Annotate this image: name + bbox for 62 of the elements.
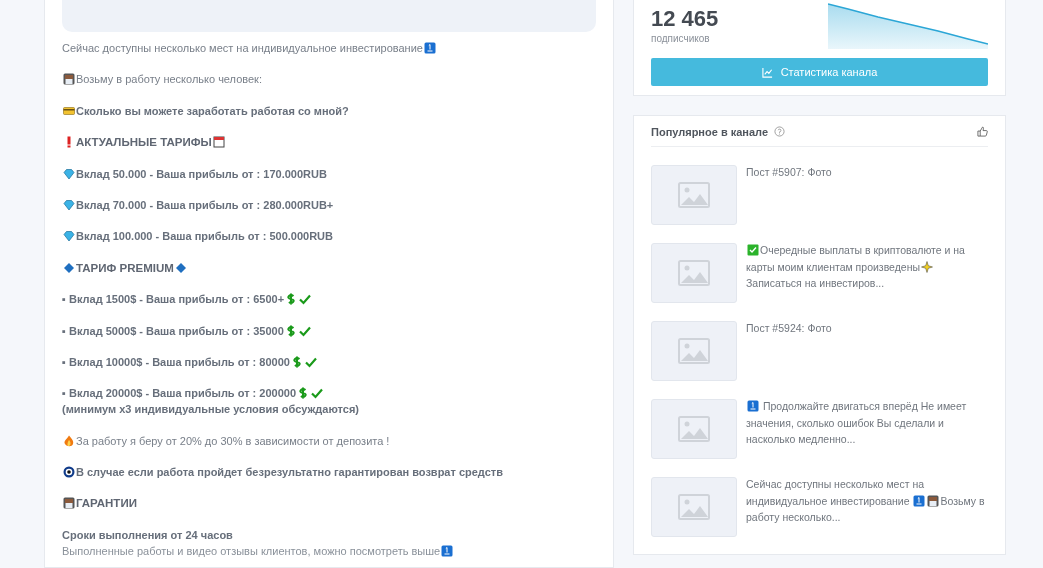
help-icon[interactable]: [774, 126, 786, 137]
image-placeholder[interactable]: [651, 165, 737, 225]
fire-icon: [63, 434, 75, 447]
gem-icon: [63, 230, 75, 243]
check-icon: [299, 293, 312, 306]
image-placeholder-icon: [678, 182, 710, 208]
diamond-icon: [174, 261, 187, 274]
post-text: За работу я беру от 20% до 30% в зависимости от депозита !: [76, 433, 390, 449]
number-badge-icon: [423, 42, 436, 54]
dollar-icon: [284, 324, 297, 337]
image-placeholder[interactable]: [651, 477, 737, 537]
check-box-icon: [747, 244, 759, 256]
post-text: ▪ Вклад 20000$ - Ваша прибыль от : 200000: [62, 386, 296, 402]
gem-icon: [63, 167, 75, 180]
post-text: Вклад 70.000 - Ваша прибыль от : 280.000RUB+: [76, 197, 334, 213]
line-chart-icon: [761, 66, 773, 78]
diamond-icon: [63, 261, 75, 274]
check-icon: [311, 387, 323, 400]
post-text: ▪ Вклад 5000$ - Ваша прибыль от : 35000: [62, 323, 284, 339]
image-placeholder-icon: [678, 494, 710, 520]
eye-bead-icon: [63, 466, 75, 479]
post-text: Возьму в работу несколько человек:: [76, 72, 262, 88]
post-text: АКТУАЛЬНЫЕ ТАРИФЫ: [76, 135, 212, 151]
popular-post-link[interactable]: Пост #5907: Фото: [746, 164, 988, 225]
image-placeholder[interactable]: [651, 321, 737, 381]
post-text: ГАРАНТИИ: [76, 496, 137, 512]
popular-title: Популярное в канале: [651, 125, 769, 138]
check-icon: [304, 355, 317, 368]
dollar-icon: [290, 355, 303, 368]
post-text: ТАРИФ PREMIUM: [76, 260, 174, 276]
post-text: Вклад 100.000 - Ваша прибыль от : 500.000RUB: [76, 229, 333, 245]
popular-post-link[interactable]: Сейчас доступны несколько мест на индивидуальное инвестирование Возьму в работу несколько...: [746, 476, 988, 537]
image-placeholder-icon: [678, 338, 710, 364]
post-text: Сколько вы можете заработать работая со мной?: [76, 103, 349, 119]
number-badge-icon: [441, 544, 454, 557]
gem-icon: [63, 198, 75, 211]
popular-post-link[interactable]: Продолжайте двигаться вперёд Не имеет значения, сколько ошибок Вы сделали и насколько медленно...: [746, 398, 988, 459]
post-text: Сейчас доступны несколько мест на индивидуальное инвестирование: [62, 41, 423, 56]
number-badge-icon: [913, 494, 926, 507]
dollar-icon: [297, 387, 309, 400]
popular-post-link[interactable]: Очередные выплаты в криптовалюте и на карты моим клиентам произведены Записаться на инвестиров...: [746, 242, 988, 303]
subscriber-label: подписчиков: [651, 33, 711, 44]
thumbs-up-icon[interactable]: [977, 126, 988, 137]
check-icon: [298, 324, 311, 337]
post-text: Сроки выполнения от 24 часов: [62, 527, 233, 543]
image-placeholder[interactable]: [651, 399, 737, 459]
post-text: ▪ Вклад 1500$ - Ваша прибыль от : 6500+: [62, 292, 285, 308]
subscriber-count: 12 465: [651, 6, 719, 32]
image-placeholder[interactable]: [651, 243, 737, 303]
post-text: Вклад 50.000 - Ваша прибыль от : 170.000RUB: [76, 166, 327, 182]
post-text: В случае если работа пройдет безрезультатно гарантирован возврат средств: [76, 465, 503, 481]
sparkle-icon: [921, 260, 934, 273]
post-text: ▪ Вклад 10000$ - Ваша прибыль от : 80000: [62, 354, 290, 370]
credit-card-icon: [63, 104, 75, 117]
image-placeholder-icon: [678, 416, 710, 442]
dollar-icon: [285, 293, 298, 306]
image-placeholder-icon: [678, 260, 710, 286]
post-text: (минимум x3 индивидуальные условия обсуждаются): [62, 402, 359, 418]
number-badge-icon: [747, 400, 759, 412]
post-text: Выполненные работы и видео отзывы клиентов, можно посмотреть выше: [62, 543, 441, 559]
popular-post-link[interactable]: Пост #5924: Фото: [746, 320, 988, 381]
calendar-icon: [212, 136, 225, 149]
